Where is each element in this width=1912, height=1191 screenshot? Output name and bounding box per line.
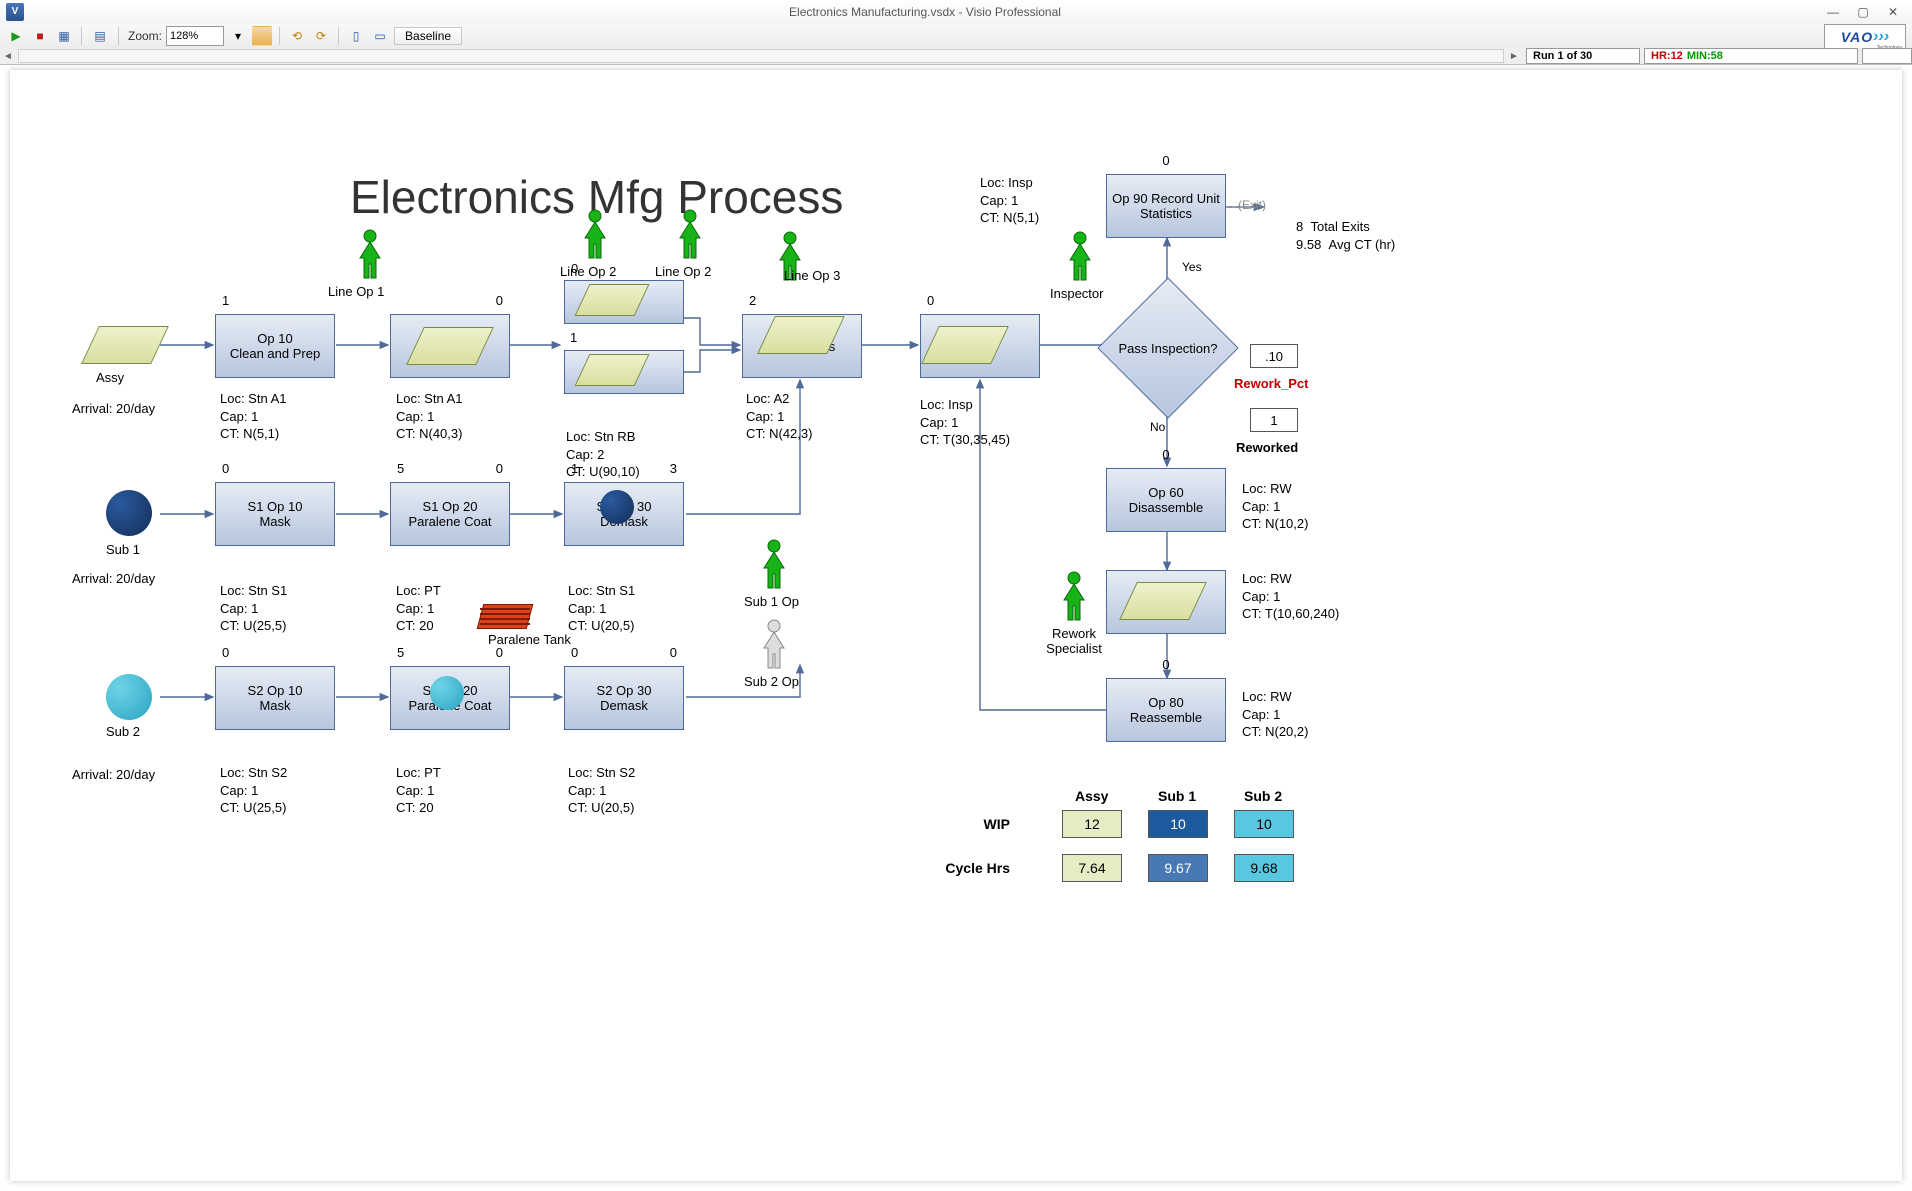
dropdown-icon[interactable]: ▾ <box>228 26 248 46</box>
cell-cycle-sub2: 9.68 <box>1234 854 1294 882</box>
proc-op90[interactable]: Op 90 Record Unit Statistics 0 <box>1106 174 1226 238</box>
tbl-hdr-sub1: Sub 1 <box>1158 788 1196 804</box>
table-icon[interactable]: ▤ <box>89 26 111 46</box>
token-assemble <box>766 316 836 354</box>
operator-inspector: Inspector <box>1060 230 1100 285</box>
chart-line-icon[interactable]: ▭ <box>370 26 390 46</box>
token-op20 <box>415 327 485 365</box>
tbl-hdr-sub2: Sub 2 <box>1244 788 1282 804</box>
info-op60: Loc: RW Cap: 1 CT: N(10,2) <box>1242 480 1308 533</box>
tbl-row-wip: WIP <box>910 816 1010 832</box>
window-title: Electronics Manufacturing.vsdx - Visio P… <box>32 5 1818 19</box>
operator-line-op-2a: Line Op 2 <box>575 208 615 263</box>
info-s2-op10: Loc: Stn S2 Cap: 1 CT: U(25,5) <box>220 764 287 817</box>
label-exit: (Exit) <box>1238 198 1266 212</box>
status-empty <box>1862 48 1912 64</box>
proc-s2-op30[interactable]: S2 Op 30 Demask 0 0 <box>564 666 684 730</box>
entity-sub2-label: Sub 2 <box>106 724 140 739</box>
info-op80: Loc: RW Cap: 1 CT: N(20,2) <box>1242 688 1308 741</box>
flow-arrows-svg <box>10 70 1902 1181</box>
info-s2-op30: Loc: Stn S2 Cap: 1 CT: U(20,5) <box>568 764 635 817</box>
paralene-tank <box>480 604 530 629</box>
proc-s1-op10[interactable]: S1 Op 10 Mask 0 <box>215 482 335 546</box>
info-s1-op20: Loc: PT Cap: 1 CT: 20 <box>396 582 441 635</box>
entity-assy[interactable] <box>90 326 160 364</box>
token-rw <box>1128 582 1198 620</box>
operator-line-op-2b: Line Op 2 <box>670 208 710 263</box>
exit-stats: 8 Total Exits 9.58 Avg CT (hr) <box>1296 218 1395 253</box>
stop-icon[interactable]: ■ <box>30 26 50 46</box>
minimize-button[interactable]: — <box>1818 2 1848 22</box>
token-test <box>930 326 1000 364</box>
label-rework-pct: Rework_Pct <box>1234 376 1308 391</box>
cell-cycle-sub1: 9.67 <box>1148 854 1208 882</box>
proc-op80[interactable]: Op 80 Reassemble 0 <box>1106 678 1226 742</box>
entity-sub1[interactable] <box>106 490 152 536</box>
operator-sub2-op: Sub 2 Op <box>754 618 794 673</box>
grid-icon[interactable]: ▦ <box>54 26 74 46</box>
decision-pass-inspection[interactable]: Pass Inspection? <box>1118 298 1218 398</box>
scroll-left-icon[interactable]: ◄ <box>0 51 16 62</box>
proc-op60[interactable]: Op 60 Disassemble 0 <box>1106 468 1226 532</box>
close-button[interactable]: ✕ <box>1878 2 1908 22</box>
proc-op10[interactable]: Op 10 Clean and Prep 1 <box>215 314 335 378</box>
bond-mid-count: 1 <box>570 330 577 345</box>
visio-app-icon: V <box>6 3 24 21</box>
baseline-button[interactable]: Baseline <box>394 27 462 45</box>
info-s2-op20: Loc: PT Cap: 1 CT: 20 <box>396 764 441 817</box>
status-run: Run 1 of 30 <box>1526 48 1640 64</box>
cell-wip-assy: 12 <box>1062 810 1122 838</box>
play-icon[interactable]: ▶ <box>6 26 26 46</box>
token-bond-bot <box>582 354 642 386</box>
zoom-label: Zoom: <box>128 29 162 43</box>
brand-logo: VAO››› Technology <box>1824 24 1906 50</box>
tbl-row-cycle: Cycle Hrs <box>910 860 1010 876</box>
token-s1-op30 <box>600 490 634 524</box>
maximize-button[interactable]: ▢ <box>1848 2 1878 22</box>
toolbar: ▶ ■ ▦ ▤ Zoom: ▾ ⟲ ⟳ ▯ ▭ Baseline <box>0 24 1912 49</box>
entity-sub2[interactable] <box>106 674 152 720</box>
entity-assy-arrival: Arrival: 20/day <box>72 400 155 418</box>
operator-sub1-op: Sub 1 Op <box>754 538 794 593</box>
operator-line-op-1: Line Op 1 <box>350 228 390 283</box>
label-no: No <box>1150 420 1165 434</box>
info-inspection: Loc: Insp Cap: 1 CT: N(5,1) <box>980 174 1039 227</box>
label-reworked: Reworked <box>1236 440 1298 455</box>
scroll-track[interactable] <box>18 49 1504 63</box>
entity-assy-label: Assy <box>96 370 124 385</box>
token-s2-op20 <box>430 676 464 710</box>
title-bar: V Electronics Manufacturing.vsdx - Visio… <box>0 0 1912 25</box>
status-time: HR:12 MIN:58 <box>1644 48 1858 64</box>
info-op20: Loc: Stn A1 Cap: 1 CT: N(40,3) <box>396 390 463 443</box>
entity-sub1-arrival: Arrival: 20/day <box>72 570 155 588</box>
cell-cycle-assy: 7.64 <box>1062 854 1122 882</box>
proc-s1-op20[interactable]: S1 Op 20 Paralene Coat 5 0 <box>390 482 510 546</box>
operator-rework-specialist: Rework Specialist <box>1054 570 1094 625</box>
chart-bar-icon[interactable]: ▯ <box>346 26 366 46</box>
zoom-input[interactable] <box>166 26 224 46</box>
value-rework-pct[interactable]: .10 <box>1250 344 1298 368</box>
info-test: Loc: Insp Cap: 1 CT: T(30,35,45) <box>920 396 1010 449</box>
label-yes: Yes <box>1182 260 1202 274</box>
operator-line-op-3: Line Op 3 <box>770 230 810 285</box>
link-icon[interactable]: ⟲ <box>287 26 307 46</box>
horizontal-scroll-strip: ◄ ► Run 1 of 30 HR:12 MIN:58 <box>0 48 1912 65</box>
entity-sub2-arrival: Arrival: 20/day <box>72 766 155 784</box>
info-assemble: Loc: A2 Cap: 1 CT: N(42,3) <box>746 390 812 443</box>
info-op10: Loc: Stn A1 Cap: 1 CT: N(5,1) <box>220 390 287 443</box>
entity-sub1-label: Sub 1 <box>106 542 140 557</box>
palette-icon[interactable] <box>252 26 272 46</box>
value-reworked[interactable]: 1 <box>1250 408 1298 432</box>
info-s1-op30: Loc: Stn S1 Cap: 1 CT: U(20,5) <box>568 582 635 635</box>
info-s1-op10: Loc: Stn S1 Cap: 1 CT: U(25,5) <box>220 582 287 635</box>
token-bond-top <box>582 284 642 316</box>
cell-wip-sub2: 10 <box>1234 810 1294 838</box>
unlink-icon[interactable]: ⟳ <box>311 26 331 46</box>
info-rw: Loc: RW Cap: 1 CT: T(10,60,240) <box>1242 570 1339 623</box>
tbl-hdr-assy: Assy <box>1075 788 1108 804</box>
drawing-canvas: Electronics Mfg Process Assy Arrival: 20… <box>10 70 1902 1181</box>
scroll-right-icon[interactable]: ► <box>1506 51 1522 62</box>
cell-wip-sub1: 10 <box>1148 810 1208 838</box>
proc-s2-op10[interactable]: S2 Op 10 Mask 0 <box>215 666 335 730</box>
